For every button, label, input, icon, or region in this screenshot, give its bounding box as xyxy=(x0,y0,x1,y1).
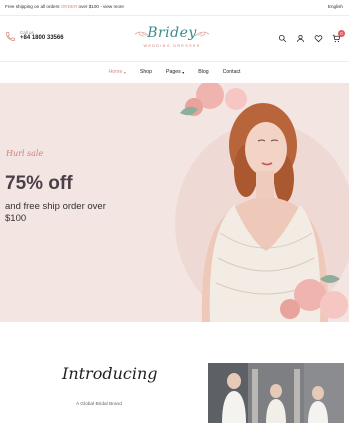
logo-tagline: WEDDING DRESSES xyxy=(143,44,201,48)
nav-item-shop[interactable]: Shop xyxy=(140,69,152,75)
nav-item-blog[interactable]: Blog xyxy=(198,69,208,75)
nav-item-home[interactable]: Home ▾ xyxy=(109,69,126,75)
search-icon[interactable] xyxy=(278,34,287,43)
call-info[interactable]: Call us +84 1800 33566 xyxy=(5,30,64,43)
nav-item-contact[interactable]: Contact xyxy=(223,69,241,75)
site-logo[interactable]: Bridey WEDDING DRESSES xyxy=(134,23,210,55)
chevron-down-icon: ▾ xyxy=(123,69,126,75)
wishlist-heart-icon[interactable] xyxy=(314,34,323,43)
hero-headline: 75% off xyxy=(5,173,73,194)
leaf-left-icon xyxy=(134,31,150,37)
call-number[interactable]: +84 1800 33566 xyxy=(20,35,64,42)
cart-count-badge: 0 xyxy=(338,30,345,37)
language-selector[interactable]: English xyxy=(328,4,343,9)
intro-subtitle: A Global Bridal Brand xyxy=(76,402,122,407)
nav-item-pages[interactable]: Pages ▾ xyxy=(166,69,184,75)
hero-script-text: Hurl sale xyxy=(6,149,44,158)
intro-brides-photo xyxy=(208,363,344,423)
intro-heading: Introducing xyxy=(62,364,158,383)
hero-banner[interactable]: Hurl sale 75% off and free ship order ov… xyxy=(0,83,349,322)
main-nav: Home ▾ Shop Pages ▾ Blog Contact xyxy=(0,62,349,82)
header-actions: 0 xyxy=(278,30,345,43)
account-icon[interactable] xyxy=(296,34,305,43)
top-bar: Free shipping on all orders ORDER over $… xyxy=(0,0,349,16)
hero-subline: and free ship order over $100 xyxy=(5,201,106,224)
cart-icon[interactable]: 0 xyxy=(332,30,345,43)
promo-text: Free shipping on all orders ORDER over $… xyxy=(5,4,124,9)
chevron-down-icon: ▾ xyxy=(182,69,185,75)
leaf-right-icon xyxy=(194,31,210,37)
hero-bride-image xyxy=(175,83,349,322)
site-header: Call us +84 1800 33566 Bridey WEDDING DR… xyxy=(0,16,349,62)
intro-section: Introducing A Global Bridal Brand xyxy=(0,322,349,423)
promo-highlight: ORDER xyxy=(60,4,78,9)
phone-icon xyxy=(6,31,15,41)
